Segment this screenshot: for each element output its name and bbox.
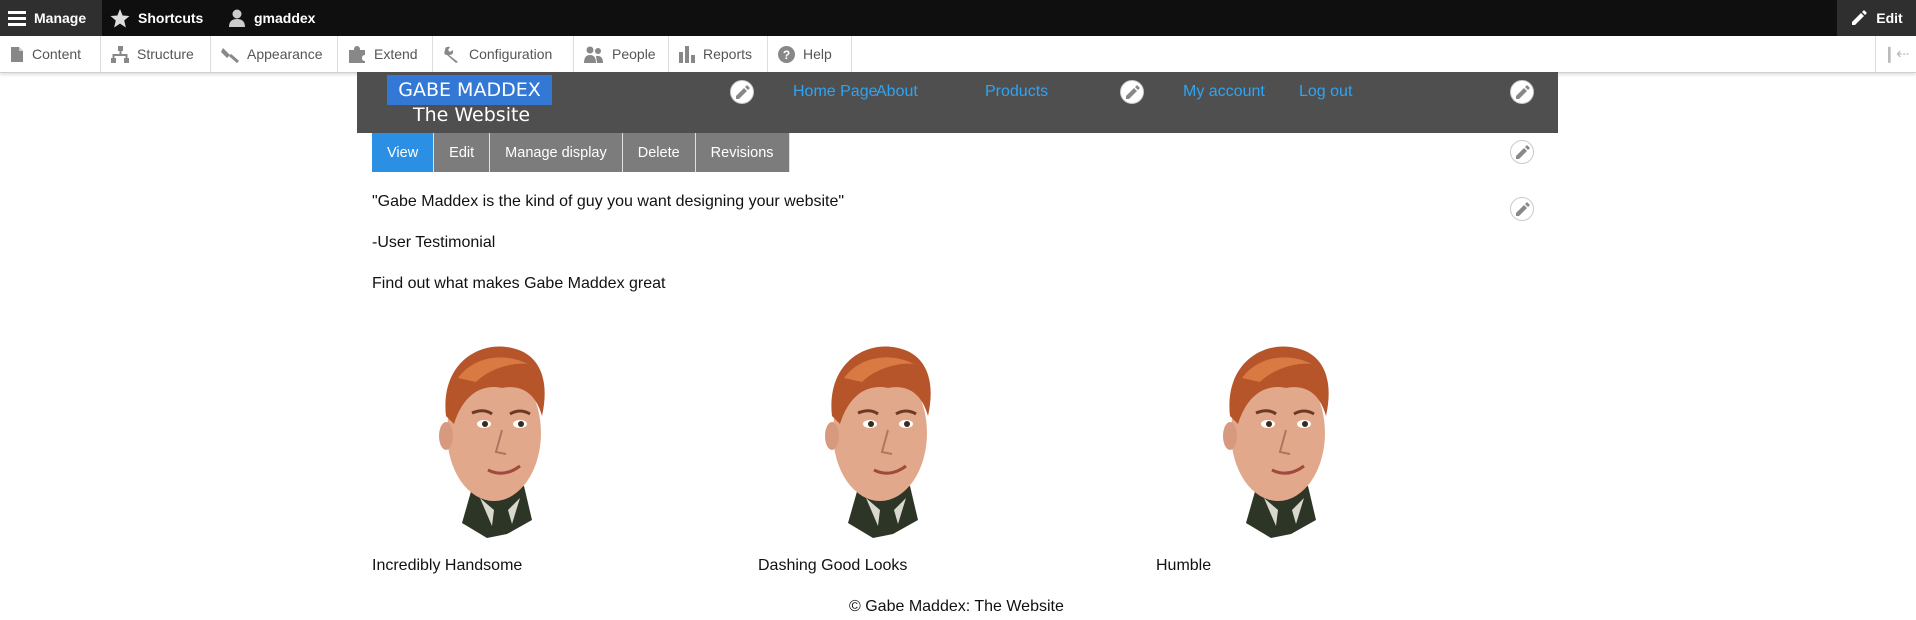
tray-item-appearance[interactable]: Appearance: [211, 36, 338, 72]
tab-revisions[interactable]: Revisions: [695, 133, 790, 172]
tray-item-label: Extend: [374, 46, 418, 62]
edit-main-menu-pencil-icon[interactable]: [1120, 80, 1144, 104]
tray-item-label: Help: [803, 46, 832, 62]
edit-tabs-pencil-icon[interactable]: [1510, 140, 1534, 164]
edit-account-menu-pencil-icon[interactable]: [1510, 80, 1534, 104]
document-icon: [10, 46, 24, 63]
feature-label-2: Dashing Good Looks: [758, 557, 908, 574]
tab-manage-display[interactable]: Manage display: [490, 133, 623, 172]
nav-link-home-page[interactable]: Home Page: [793, 83, 878, 101]
puzzle-icon: [348, 45, 366, 63]
admin-tray: Content Structure Appearance Extend Conf…: [0, 36, 1916, 73]
tray-item-label: Configuration: [469, 46, 553, 62]
sitemap-icon: [111, 45, 129, 63]
manage-button[interactable]: Manage: [0, 0, 102, 36]
username-label: gmaddex: [254, 10, 316, 26]
feature-label-1: Incredibly Handsome: [372, 557, 523, 574]
feature-label-3: Humble: [1156, 557, 1212, 574]
site-header: GABE MADDEX The Website Home Page About …: [357, 72, 1558, 133]
user-menu-button[interactable]: gmaddex: [228, 0, 315, 36]
tray-item-reports[interactable]: Reports: [669, 36, 768, 72]
edit-mode-button[interactable]: Edit: [1837, 0, 1916, 36]
paintbrush-icon: [221, 46, 239, 63]
help-icon: ?: [778, 45, 795, 63]
nav-link-products[interactable]: Products: [985, 83, 1048, 101]
wrench-icon: [443, 46, 461, 63]
nav-link-log-out[interactable]: Log out: [1299, 83, 1352, 101]
site-slogan: The Website: [413, 104, 531, 126]
tray-item-extend[interactable]: Extend: [338, 36, 433, 72]
tray-item-content[interactable]: Content: [0, 36, 101, 72]
site-footer: © Gabe Maddex: The Website: [849, 598, 1064, 615]
tray-item-label: People: [612, 46, 656, 62]
tray-item-people[interactable]: People: [574, 36, 669, 72]
user-icon: [228, 9, 246, 27]
shortcuts-button[interactable]: Shortcuts: [110, 0, 203, 36]
tray-item-label: Appearance: [247, 46, 323, 62]
manage-label: Manage: [34, 10, 87, 26]
portrait-image-3: [1221, 344, 1331, 538]
svg-text:?: ?: [783, 48, 790, 62]
tray-item-label: Reports: [703, 46, 753, 62]
tray-item-structure[interactable]: Structure: [101, 36, 211, 72]
tray-item-label: Structure: [137, 46, 194, 62]
nav-link-my-account[interactable]: My account: [1183, 83, 1265, 101]
tab-view[interactable]: View: [372, 133, 435, 172]
star-icon: [110, 8, 130, 28]
tab-delete[interactable]: Delete: [622, 133, 696, 172]
tray-item-label: Content: [32, 46, 82, 62]
bar-chart-icon: [679, 45, 695, 63]
intro-text: Find out what makes Gabe Maddex great: [372, 275, 666, 292]
pencil-icon: [1850, 9, 1868, 27]
admin-toolbar: Manage Shortcuts gmaddex Edit: [0, 0, 1916, 36]
edit-content-pencil-icon[interactable]: [1510, 197, 1534, 221]
people-icon: [584, 46, 604, 63]
tray-item-configuration[interactable]: Configuration: [433, 36, 574, 72]
tab-edit[interactable]: Edit: [434, 133, 491, 172]
hamburger-icon: [8, 10, 26, 26]
nav-link-about[interactable]: About: [876, 83, 918, 101]
testimonial-attribution: -User Testimonial: [372, 234, 496, 251]
testimonial-quote: "Gabe Maddex is the kind of guy you want…: [372, 193, 845, 210]
portrait-image-2: [823, 344, 933, 538]
tray-item-help[interactable]: ? Help: [768, 36, 852, 72]
portrait-image-1: [437, 344, 547, 538]
site-name[interactable]: GABE MADDEX: [387, 75, 552, 105]
edit-label: Edit: [1876, 10, 1903, 26]
collapse-tray-icon[interactable]: ❙⇠: [1875, 36, 1916, 72]
edit-branding-pencil-icon[interactable]: [730, 80, 754, 104]
shortcuts-label: Shortcuts: [138, 10, 204, 26]
local-tasks-tabs: View Edit Manage display Delete Revision…: [372, 133, 790, 172]
